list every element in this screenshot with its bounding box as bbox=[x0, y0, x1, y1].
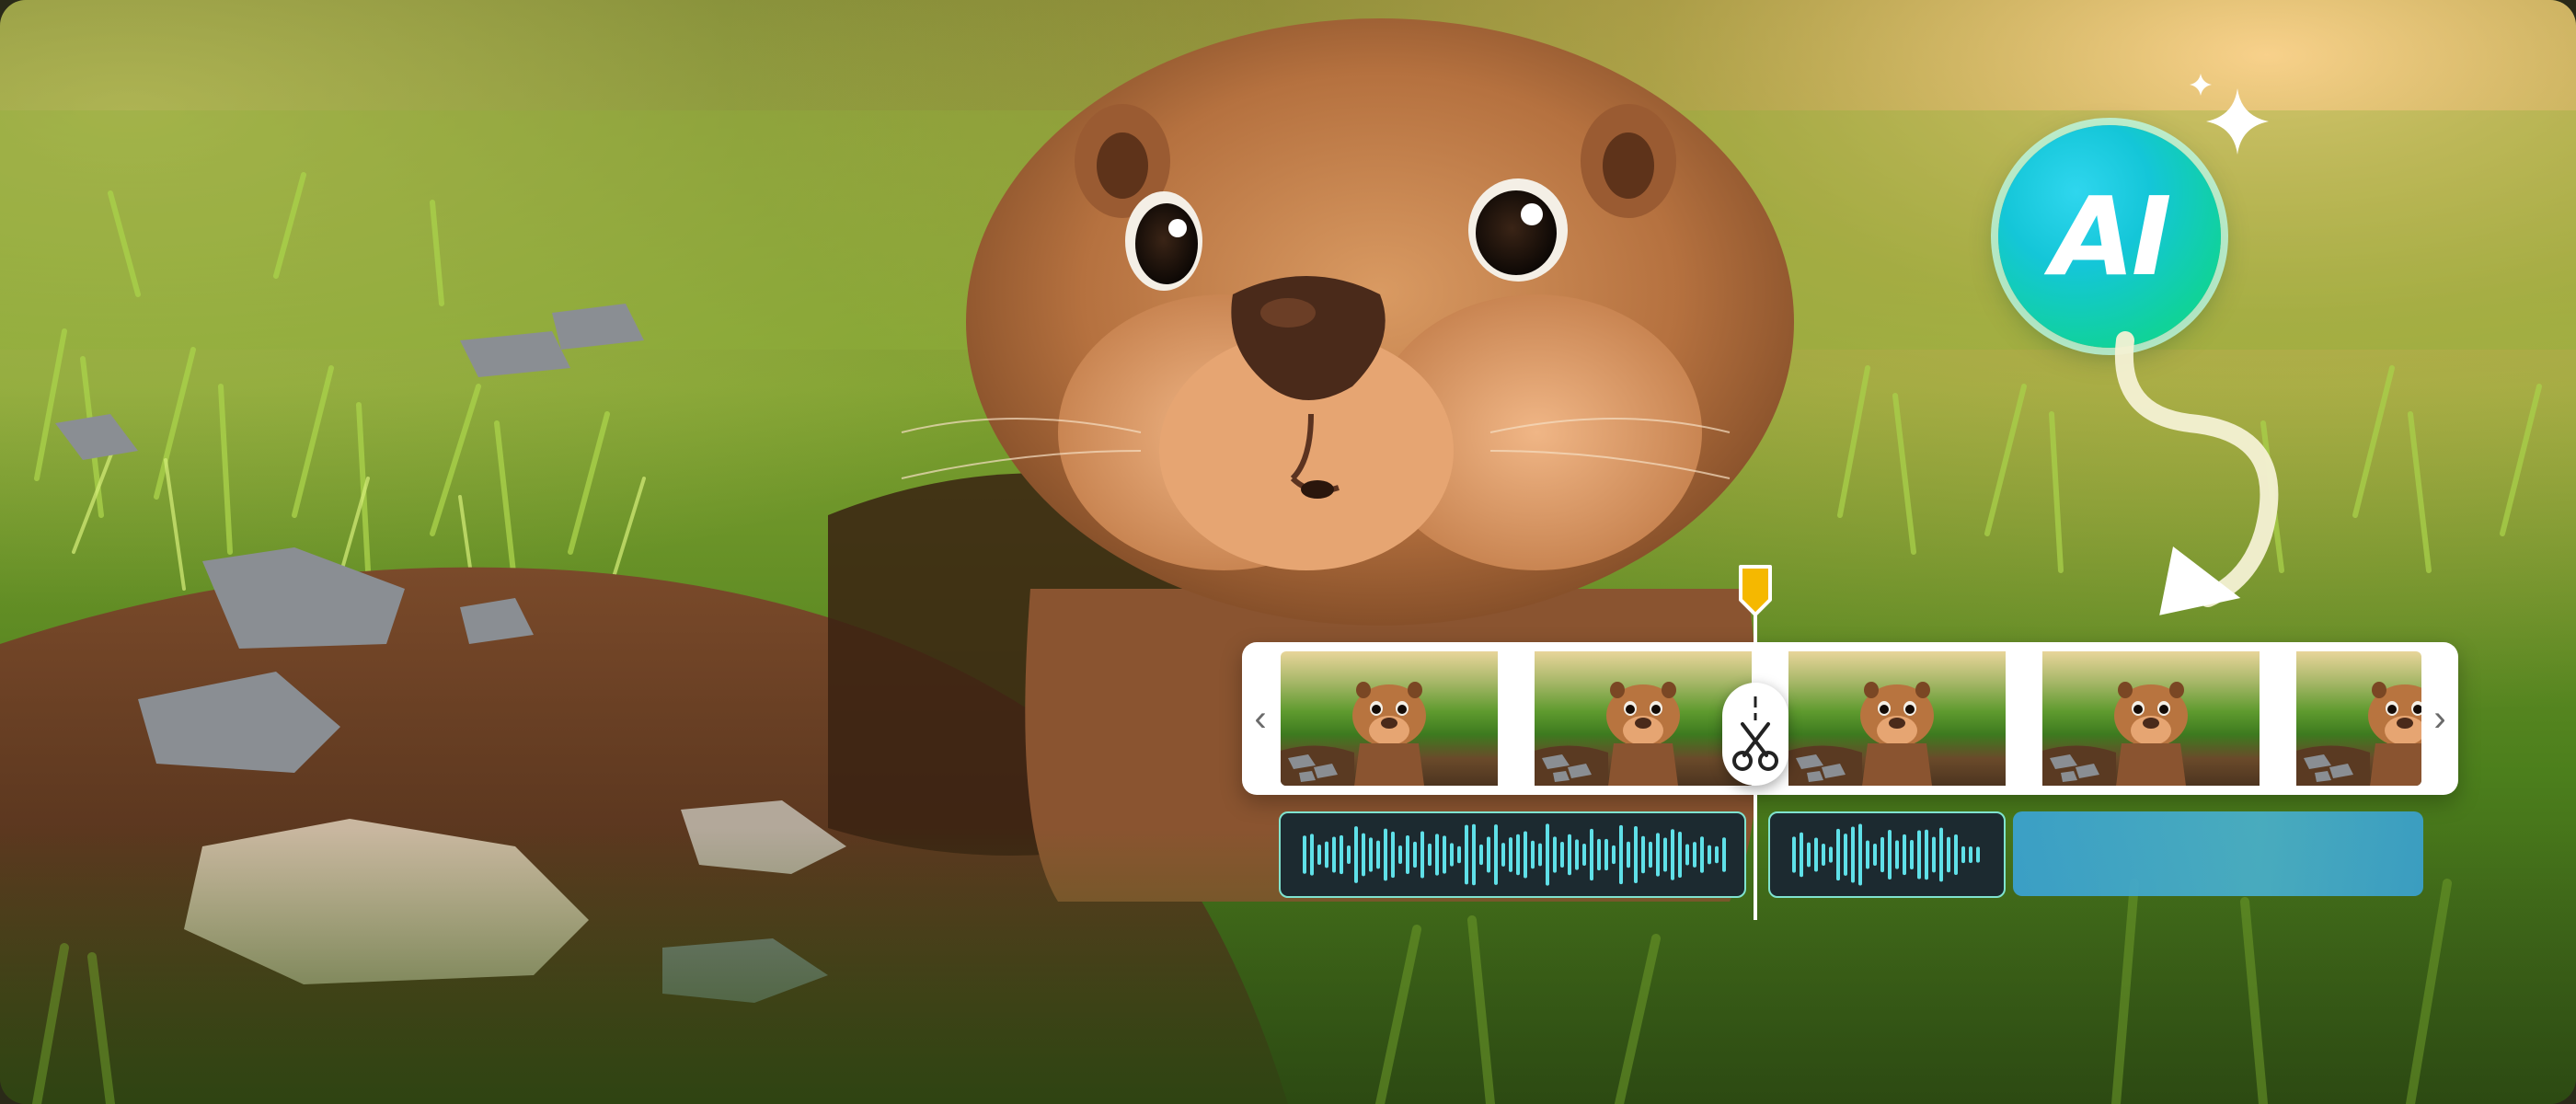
waveform bbox=[1303, 823, 1726, 886]
curved-arrow-icon bbox=[2114, 331, 2279, 615]
video-frame-thumbnail[interactable] bbox=[2042, 651, 2260, 786]
audio-clip[interactable] bbox=[1279, 811, 1746, 898]
video-frame-thumbnail[interactable] bbox=[1535, 651, 1752, 786]
chevron-left-icon[interactable]: ‹ bbox=[1242, 642, 1279, 795]
video-timeline[interactable]: ‹ › bbox=[1242, 642, 2458, 795]
frame-strip[interactable] bbox=[1281, 651, 2421, 786]
audio-clip-placeholder[interactable] bbox=[2013, 811, 2423, 896]
next-glyph: › bbox=[2433, 697, 2446, 739]
ai-badge-label: AI bbox=[2051, 173, 2171, 300]
video-frame-thumbnail[interactable] bbox=[1788, 651, 2006, 786]
audio-clip[interactable] bbox=[1768, 811, 2006, 898]
hero-banner: AI ‹ › bbox=[0, 0, 2576, 1104]
scissors-icon bbox=[1732, 696, 1778, 771]
waveform bbox=[1792, 823, 1980, 886]
sparkle-icon bbox=[2190, 74, 2269, 155]
prev-glyph: ‹ bbox=[1254, 697, 1267, 739]
video-frame-thumbnail[interactable] bbox=[2296, 651, 2421, 786]
chevron-right-icon[interactable]: › bbox=[2421, 642, 2458, 795]
playhead-marker[interactable] bbox=[1737, 563, 1774, 616]
cut-button[interactable] bbox=[1722, 683, 1788, 786]
video-frame-thumbnail[interactable] bbox=[1281, 651, 1498, 786]
